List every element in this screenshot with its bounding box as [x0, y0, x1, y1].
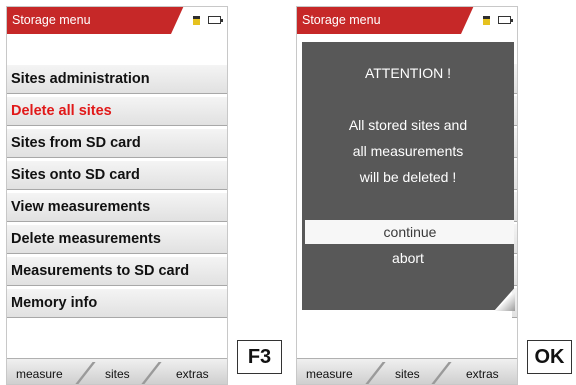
f3-key[interactable]: F3	[237, 340, 282, 374]
battery-icon	[498, 16, 513, 24]
menu-item-measurements-to-sd-card[interactable]: Measurements to SD card	[7, 256, 227, 286]
softkey-bar: measure sites extras	[7, 358, 227, 384]
sd-card-icon	[483, 16, 490, 25]
sd-card-icon	[193, 16, 200, 25]
menu-item-sites-administration[interactable]: Sites administration	[7, 64, 227, 94]
softkey-bar: measure sites extras	[297, 358, 517, 384]
header-bar: Storage menu	[297, 7, 517, 34]
battery-icon	[208, 16, 223, 24]
dialog-title: ATTENTION !	[364, 65, 452, 81]
confirm-delete-screen: Storage menu ATTENTION ! All stored site…	[296, 6, 518, 385]
menu-item-sites-from-sd-card[interactable]: Sites from SD card	[7, 128, 227, 158]
storage-menu-screen: Storage menu Sites administration Delete…	[6, 6, 228, 385]
ok-key[interactable]: OK	[527, 340, 572, 374]
dialog-message-line-3: will be deleted !	[359, 169, 457, 185]
abort-option[interactable]: abort	[302, 246, 514, 270]
softkey-separator	[365, 362, 386, 384]
softkey-separator	[141, 362, 162, 384]
softkey-measure[interactable]: measure	[16, 367, 63, 381]
header-title: Storage menu	[12, 13, 91, 27]
softkey-extras[interactable]: extras	[466, 367, 499, 381]
attention-dialog: ATTENTION ! All stored sites and all mea…	[302, 42, 514, 310]
softkey-measure[interactable]: measure	[306, 367, 353, 381]
dialog-message-line-2: all measurements	[352, 143, 464, 159]
storage-menu-list: Sites administration Delete all sites Si…	[7, 64, 227, 320]
softkey-sites[interactable]: sites	[395, 367, 420, 381]
continue-option[interactable]: continue	[305, 220, 514, 244]
softkey-extras[interactable]: extras	[176, 367, 209, 381]
menu-item-delete-all-sites[interactable]: Delete all sites	[7, 96, 227, 126]
menu-item-view-measurements[interactable]: View measurements	[7, 192, 227, 222]
softkey-sites[interactable]: sites	[105, 367, 130, 381]
header-title: Storage menu	[302, 13, 381, 27]
softkey-separator	[75, 362, 96, 384]
header-bar: Storage menu	[7, 7, 227, 34]
softkey-separator	[431, 362, 452, 384]
dialog-message-line-1: All stored sites and	[348, 117, 468, 133]
menu-item-delete-measurements[interactable]: Delete measurements	[7, 224, 227, 254]
menu-item-sites-onto-sd-card[interactable]: Sites onto SD card	[7, 160, 227, 190]
menu-item-memory-info[interactable]: Memory info	[7, 288, 227, 318]
